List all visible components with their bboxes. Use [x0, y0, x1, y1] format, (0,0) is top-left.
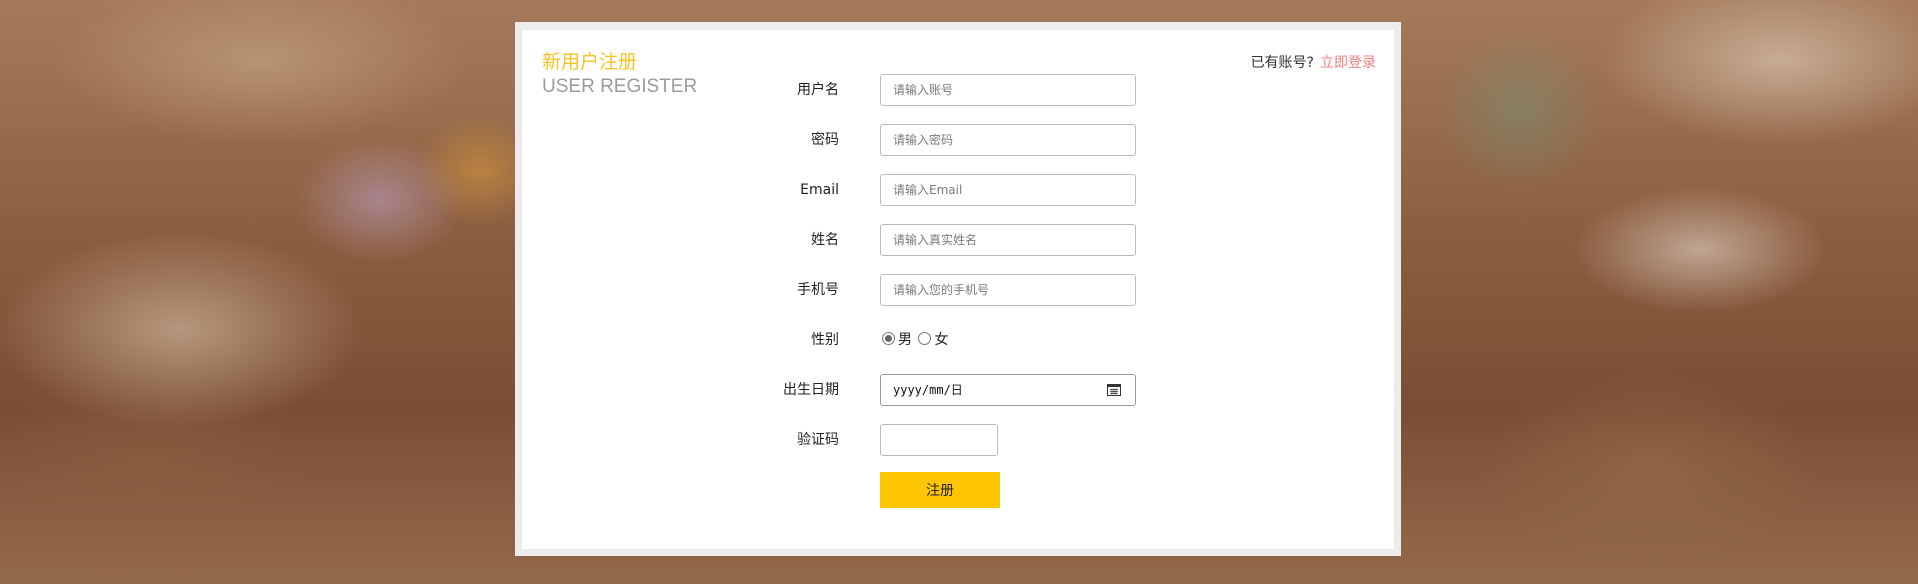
gender-row: 性别 男 女 [522, 324, 1394, 356]
gender-radio-group: 男 女 [882, 324, 950, 356]
password-row: 密码 [522, 124, 1394, 156]
gender-label: 性别 [811, 332, 839, 348]
calendar-icon[interactable] [1107, 384, 1121, 396]
name-row: 姓名 [522, 224, 1394, 256]
name-input[interactable] [880, 224, 1136, 256]
phone-row: 手机号 [522, 274, 1394, 306]
captcha-label: 验证码 [797, 432, 839, 448]
gender-male-radio[interactable] [882, 332, 895, 345]
email-input[interactable] [880, 174, 1136, 206]
gender-male-label[interactable]: 男 [898, 332, 912, 348]
username-input[interactable] [880, 74, 1136, 106]
birthdate-input[interactable]: yyyy/mm/日 [880, 374, 1136, 406]
birthdate-label: 出生日期 [783, 382, 839, 398]
login-link[interactable]: 立即登录 [1320, 55, 1376, 71]
captcha-row: 验证码 [522, 424, 1394, 456]
phone-label: 手机号 [797, 282, 839, 298]
register-card: 新用户注册 USER REGISTER 已有账号?立即登录 用户名 密码 Ema… [522, 30, 1394, 549]
login-prompt-text: 已有账号? [1250, 55, 1314, 71]
gender-female-radio[interactable] [918, 332, 932, 345]
birthdate-value: yyyy/mm/日 [893, 383, 963, 397]
email-row: Email [522, 174, 1394, 206]
username-row: 用户名 [522, 74, 1394, 106]
captcha-input[interactable] [880, 424, 998, 456]
page-title: 新用户注册 [542, 51, 638, 73]
login-prompt-area: 已有账号? 立即登录 [1251, 52, 1376, 72]
register-button[interactable]: 注册 [880, 472, 1000, 508]
username-label: 用户名 [797, 82, 839, 98]
password-input[interactable] [880, 124, 1136, 156]
phone-input[interactable] [880, 274, 1136, 306]
gender-female-label[interactable]: 女 [934, 332, 948, 348]
name-label: 姓名 [811, 232, 839, 248]
birthdate-row: 出生日期 yyyy/mm/日 [522, 374, 1394, 406]
email-label: Email [800, 182, 839, 198]
submit-row: 注册 [522, 472, 1394, 508]
password-label: 密码 [811, 132, 839, 148]
